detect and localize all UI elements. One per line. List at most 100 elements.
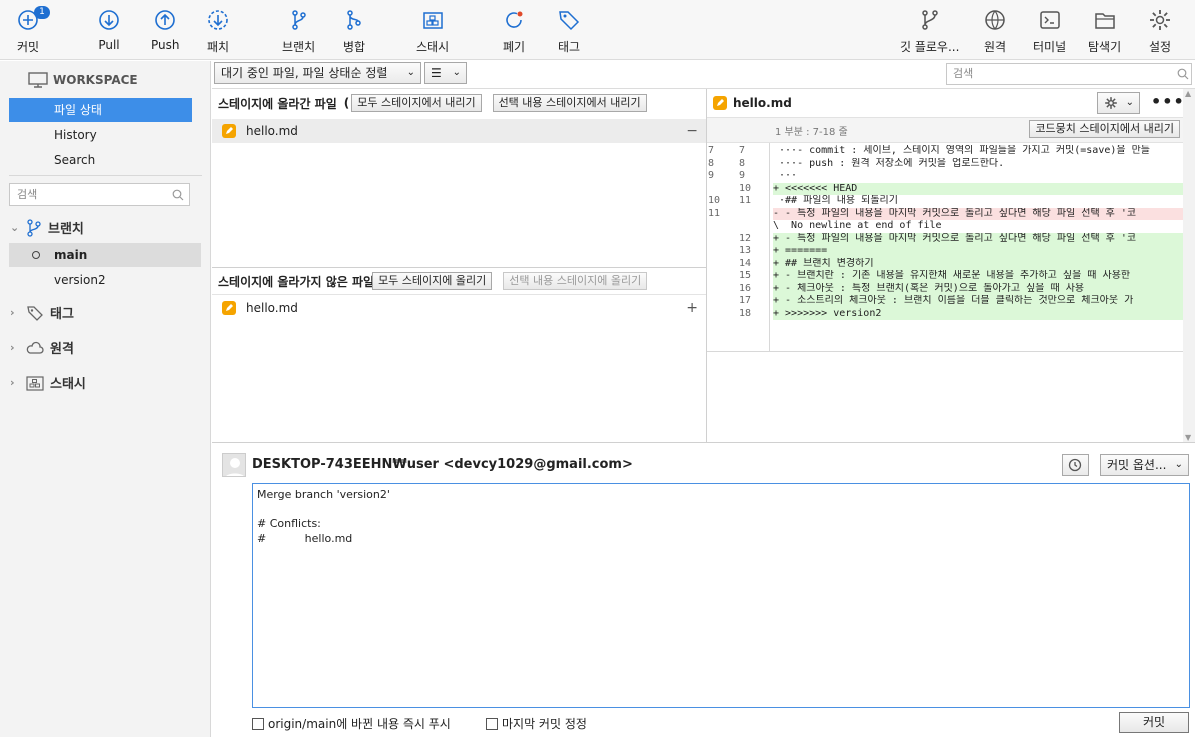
explorer-button[interactable]: 탐색기	[1088, 8, 1121, 55]
line-text: + - 브랜치란 : 기존 내용을 유지한채 새로운 내용을 추가하고 싶을 때…	[773, 270, 1183, 283]
discard-label: 폐기	[502, 40, 526, 54]
new-line-number: 15	[739, 270, 752, 281]
commit-message-line: # Conflicts:	[257, 517, 321, 530]
branches-section-header[interactable]: ⌄ 브랜치	[10, 218, 84, 237]
push-button[interactable]: Push	[151, 8, 180, 52]
stage-selected-button[interactable]: 선택 내용 스테이지에 올리기	[503, 272, 648, 290]
file-search-input[interactable]: 검색	[946, 63, 1192, 85]
remote-button[interactable]: 원격	[983, 8, 1007, 55]
commit-author: DESKTOP-743EEHN₩user <devcy1029@gmail.co…	[252, 457, 633, 472]
tag-button[interactable]: 태그	[557, 8, 581, 55]
line-text: ·## 파일의 내용 되돌리기	[773, 195, 898, 206]
diff-line[interactable]: 13 + =======	[707, 245, 1183, 258]
stashes-section-header[interactable]: › 스태시	[10, 373, 86, 392]
staged-files-pane: 스테이지에 올라간 파일 ( 모두 스테이지에서 내리기 선택 내용 스테이지에…	[212, 89, 706, 267]
explorer-label: 탐색기	[1088, 40, 1122, 54]
pull-button[interactable]: Pull	[97, 8, 121, 52]
remotes-label: 원격	[50, 342, 74, 357]
staged-file-row[interactable]: hello.md −	[212, 119, 706, 143]
line-text: + - 소스트리의 체크아웃 : 브랜치 이름을 더블 클릭하는 것만으로 체크…	[773, 295, 1183, 308]
stash-icon	[422, 12, 443, 29]
avatar	[222, 453, 246, 477]
chevron-down-icon: ⌄	[406, 67, 415, 78]
unstage-file-button[interactable]: −	[686, 123, 698, 139]
unstage-selected-button[interactable]: 선택 내용 스테이지에서 내리기	[492, 94, 647, 112]
push-immediately-checkbox[interactable]	[252, 718, 264, 730]
diff-line[interactable]: 11 - - 특정 파일의 내용을 마지막 커밋으로 돌리고 싶다면 해당 파일 …	[707, 207, 1183, 220]
chevron-down-icon: ⌄	[1125, 97, 1134, 108]
terminal-button[interactable]: 터미널	[1033, 8, 1066, 55]
branch-label: 브랜치	[282, 40, 316, 54]
diff-line[interactable]: 15 + - 브랜치란 : 기존 내용을 유지한채 새로운 내용을 추가하고 싶을…	[707, 270, 1183, 283]
branch-icon	[27, 218, 41, 237]
amend-option[interactable]: 마지막 커밋 정정	[486, 715, 587, 732]
diff-line[interactable]: 14 + ## 브랜치 변경하기	[707, 257, 1183, 270]
sidebar-search-input[interactable]: 검색	[9, 183, 190, 206]
tags-section-header[interactable]: › 태그	[10, 303, 74, 322]
diff-line[interactable]: 16 + - 체크아웃 : 특정 브랜치(혹은 커밋)으로 돌아가고 싶을 때 사…	[707, 282, 1183, 295]
fetch-label: 패치	[206, 40, 230, 54]
unstage-all-button[interactable]: 모두 스테이지에서 내리기	[351, 94, 482, 112]
diff-scrollbar[interactable]: ▲ ▼	[1183, 89, 1195, 442]
sidebar-item-history[interactable]: History	[9, 123, 192, 147]
unstaged-file-row[interactable]: hello.md +	[212, 296, 706, 320]
terminal-label: 터미널	[1033, 40, 1067, 54]
commit-history-button[interactable]	[1062, 454, 1089, 476]
diff-line[interactable]: 18 + >>>>>>> version2	[707, 307, 1183, 320]
line-text: ···- commit : 세이브, 스테이지 영역의 파일들을 가지고 커밋(…	[773, 145, 1150, 156]
discard-icon	[506, 11, 523, 28]
amend-label: 마지막 커밋 정정	[502, 717, 587, 731]
workspace-label: WORKSPACE	[53, 73, 138, 87]
diff-bottom-border	[707, 351, 1183, 352]
discard-button[interactable]: 폐기	[502, 8, 526, 55]
settings-button[interactable]: 설정	[1148, 8, 1172, 55]
gitflow-label: 깃 플로우...	[900, 40, 960, 54]
old-line-number: 10	[708, 195, 721, 206]
diff-line[interactable]: 10 11 ·## 파일의 내용 되돌리기	[707, 195, 1183, 208]
line-text: - - 특정 파일의 내용을 마지막 커밋으로 돌리고 싶다면 해당 파일 선택…	[773, 207, 1183, 220]
chevron-down-icon: ⌄	[10, 221, 20, 234]
diff-line[interactable]: \ No newline at end of file	[707, 220, 1183, 233]
unstaged-header-divider	[212, 294, 706, 295]
commit-button[interactable]: 커밋	[1119, 712, 1189, 733]
push-immediately-option[interactable]: origin/main에 바뀐 내용 즉시 푸시	[252, 715, 451, 732]
new-line-number: 16	[739, 282, 752, 294]
diff-line[interactable]: 7 7 ···- commit : 세이브, 스테이지 영역의 파일들을 가지고 …	[707, 145, 1183, 158]
gitflow-icon	[921, 10, 938, 30]
stage-file-button[interactable]: +	[686, 300, 698, 316]
more-actions-icon[interactable]: •••	[1151, 92, 1185, 111]
diff-line[interactable]: 8 8 ···- push : 원격 저장소에 커밋을 업로드한다.	[707, 158, 1183, 171]
branch-item-version2[interactable]: version2	[9, 268, 201, 292]
sidebar-item-file-status[interactable]: 파일 상태	[9, 98, 192, 122]
old-line-number: 8	[708, 157, 715, 169]
commit-options-dropdown[interactable]: 커밋 옵션... ⌄	[1100, 454, 1189, 476]
diff-options-button[interactable]: ⌄	[1097, 92, 1140, 114]
diff-line[interactable]: 9 9 ···	[707, 170, 1183, 183]
diff-file-name: hello.md	[733, 96, 792, 110]
branch-name: main	[54, 248, 88, 262]
amend-checkbox[interactable]	[486, 718, 498, 730]
view-mode-dropdown[interactable]: ☰ ⌄	[424, 62, 467, 84]
file-search-placeholder: 검색	[953, 67, 974, 80]
diff-line[interactable]: 10 + <<<<<<< HEAD	[707, 182, 1183, 195]
scroll-down-icon: ▼	[1185, 433, 1192, 442]
stash-button[interactable]: 스태시	[416, 8, 449, 55]
modified-file-icon	[222, 301, 236, 315]
branch-button[interactable]: 브랜치	[282, 8, 315, 55]
fetch-button[interactable]: 패치	[206, 8, 230, 55]
branch-item-main[interactable]: main	[9, 243, 201, 267]
commit-message-line: # hello.md	[257, 531, 353, 545]
tags-label: 태그	[50, 307, 74, 322]
remotes-section-header[interactable]: › 원격	[10, 338, 74, 357]
diff-line[interactable]: 17 + - 소스트리의 체크아웃 : 브랜치 이름을 더블 클릭하는 것만으로 …	[707, 295, 1183, 308]
gitflow-button[interactable]: 깃 플로우...	[900, 8, 959, 55]
sort-dropdown[interactable]: 대기 중인 파일, 파일 상태순 정렬 ⌄	[214, 62, 421, 84]
merge-button[interactable]: 병합	[342, 8, 366, 55]
scroll-up-icon: ▲	[1185, 89, 1192, 98]
sort-dropdown-value: 대기 중인 파일, 파일 상태순 정렬	[221, 66, 388, 80]
stage-all-button[interactable]: 모두 스테이지에 올리기	[372, 272, 493, 290]
diff-line[interactable]: 12 + - 특정 파일의 내용을 마지막 커밋으로 돌리고 싶다면 해당 파일 …	[707, 232, 1183, 245]
commit-message-input[interactable]: Merge branch 'version2' # Conflicts: # h…	[252, 483, 1190, 708]
unstage-hunk-button[interactable]: 코드뭉치 스테이지에서 내리기	[1029, 120, 1180, 138]
sidebar-item-search[interactable]: Search	[9, 148, 192, 172]
